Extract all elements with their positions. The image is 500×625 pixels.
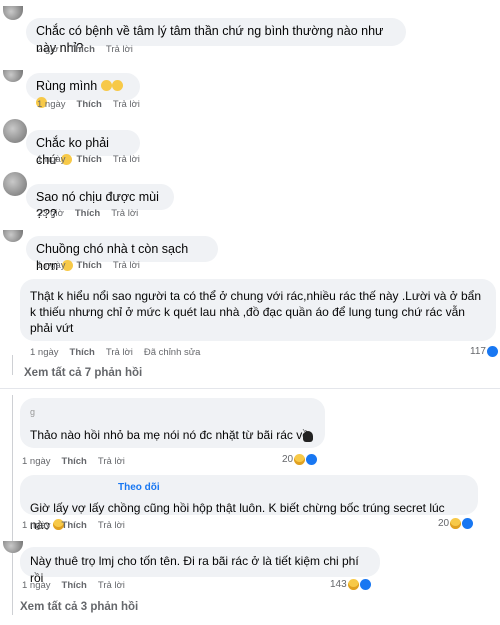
comment-text: Rùng mình [36, 79, 98, 93]
comment-actions: 23 giờ Thích Trả lời [37, 208, 149, 219]
reply-button[interactable]: Trả lời [106, 44, 133, 55]
thread-line [12, 355, 13, 375]
like-button[interactable]: Thích [77, 99, 102, 110]
avatar[interactable] [3, 70, 23, 82]
reaction-count: 20 [282, 454, 294, 465]
like-reaction-icon [359, 579, 371, 590]
like-button[interactable]: Thích [70, 44, 95, 55]
comment-time[interactable]: 1 ngày [22, 580, 51, 591]
comment-actions: 1 ngày Thích Trả lời [22, 456, 136, 467]
reply-button[interactable]: Trả lời [106, 347, 133, 358]
comment-bubble: Thật k hiểu nổi sao người ta có thể ở ch… [20, 279, 496, 341]
avatar[interactable] [3, 541, 23, 553]
like-reaction-icon [462, 518, 474, 529]
comment-bubble: Chắc ko phải chứ [26, 130, 140, 167]
avatar[interactable] [3, 230, 23, 242]
comment-bubble: Rùng mình [26, 73, 140, 108]
comment-actions: 1 ngày Thích Trả lời [37, 260, 151, 271]
comment-text: Thảo nào hồi nhỏ ba mẹ nói nó đc nhặt từ… [30, 428, 309, 442]
edited-label: Đã chỉnh sửa [143, 347, 201, 358]
reply-button[interactable]: Trả lời [111, 208, 138, 219]
penguin-emoji-icon [303, 431, 313, 442]
reaction-count: 117 [470, 346, 486, 357]
cold-sweat-emoji-icon [100, 80, 112, 91]
reply-button[interactable]: Trả lời [98, 520, 125, 531]
view-more-replies-link[interactable]: Xem tất cả 7 phản hồi [24, 367, 142, 379]
like-button[interactable]: Thích [77, 154, 102, 165]
comment-bubble: g Thảo nào hồi nhỏ ba mẹ nói nó đc nhặt … [20, 398, 325, 448]
comment-actions: 1 ngày Thích Trả lời [22, 580, 136, 591]
reaction-summary[interactable]: 20 [438, 518, 474, 529]
like-button[interactable]: Thích [62, 456, 87, 467]
like-reaction-icon [306, 454, 318, 465]
haha-reaction-icon [347, 579, 359, 590]
comment-time[interactable]: 1 ngày [30, 347, 59, 358]
reply-button[interactable]: Trả lời [113, 154, 140, 165]
follow-link[interactable]: Theo dõi [118, 479, 468, 496]
reaction-summary[interactable]: 117 [470, 346, 498, 357]
comment-time[interactable]: 1 ngày [22, 456, 51, 467]
comment-bubble: Theo dõi Giờ lấy vợ lấy chồng cũng hồi h… [20, 475, 478, 532]
avatar[interactable] [3, 172, 27, 196]
comment-bubble: Này thuê trọ lmj cho tốn tên. Đi ra bãi … [20, 547, 380, 585]
reaction-summary[interactable]: 20 [282, 454, 318, 465]
comment-actions: 1 ngày Thích Trả lời [37, 99, 151, 110]
comment-text: Thật k hiểu nổi sao người ta có thể ở ch… [30, 289, 481, 335]
like-reaction-icon [486, 346, 498, 357]
cold-sweat-emoji-icon [111, 80, 123, 91]
comment-time[interactable]: 1 ngày [22, 520, 51, 531]
like-button[interactable]: Thích [70, 347, 95, 358]
thread-line [12, 395, 13, 615]
reply-button[interactable]: Trả lời [113, 260, 140, 271]
comment-actions: 1 ngày Thích Trả lời Đã chỉnh sửa [30, 347, 211, 358]
like-button[interactable]: Thích [62, 580, 87, 591]
commenter-name[interactable]: g [30, 404, 315, 418]
comment-actions: 2 giờ Thích Trả lời [37, 44, 144, 55]
reply-button[interactable]: Trả lời [113, 99, 140, 110]
comment-bubble: Chắc có bệnh về tâm lý tâm thần chứ ng b… [26, 18, 406, 55]
like-button[interactable]: Thích [75, 208, 100, 219]
comment-bubble: Sao nó chịu được mùi ??? [26, 184, 174, 221]
view-more-replies-link[interactable]: Xem tất cả 3 phản hồi [20, 601, 138, 613]
reply-button[interactable]: Trả lời [98, 580, 125, 591]
haha-reaction-icon [294, 454, 306, 465]
comment-actions: 1 ngày Thích Trả lời [37, 154, 151, 165]
reply-button[interactable]: Trả lời [98, 456, 125, 467]
reaction-count: 143 [330, 579, 347, 590]
comment-time[interactable]: 1 ngày [37, 260, 66, 271]
comment-time[interactable]: 1 ngày [37, 99, 66, 110]
comment-time[interactable]: 2 giờ [37, 44, 59, 55]
avatar[interactable] [3, 119, 27, 143]
avatar[interactable] [3, 6, 23, 20]
comment-time[interactable]: 23 giờ [37, 208, 64, 219]
like-button[interactable]: Thích [77, 260, 102, 271]
haha-reaction-icon [450, 518, 462, 529]
reaction-summary[interactable]: 143 [330, 579, 371, 590]
comment-bubble: Chuồng chó nhà t còn sạch hơn [26, 236, 218, 273]
divider [0, 388, 500, 389]
comment-actions: 1 ngày Thích Trả lời [22, 520, 136, 531]
like-button[interactable]: Thích [62, 520, 87, 531]
comment-time[interactable]: 1 ngày [37, 154, 66, 165]
reaction-count: 20 [438, 518, 450, 529]
